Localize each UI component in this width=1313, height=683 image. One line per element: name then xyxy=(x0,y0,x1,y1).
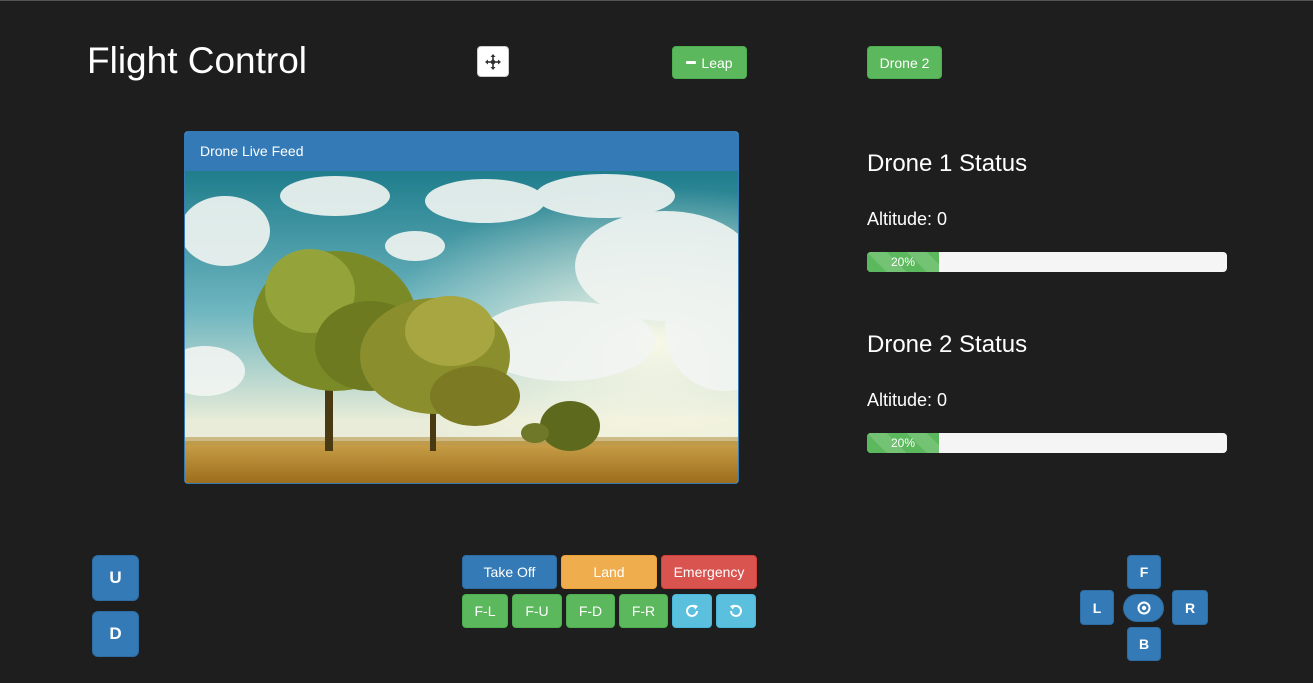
back-button[interactable]: B xyxy=(1127,627,1161,661)
up-button[interactable]: U xyxy=(92,555,139,601)
drone-2-progress-bar: 20% xyxy=(867,433,939,453)
drone-1-altitude: Altitude: 0 xyxy=(867,209,948,229)
move-button[interactable] xyxy=(477,46,509,77)
land-button[interactable]: Land xyxy=(561,555,657,589)
flip-left-button[interactable]: F-L xyxy=(462,594,508,628)
rotate-cw-button[interactable] xyxy=(672,594,712,628)
live-feed-image xyxy=(185,171,738,483)
drone-1-status-heading: Drone 1 Status xyxy=(867,150,1028,177)
right-button[interactable]: R xyxy=(1172,590,1208,625)
forward-button[interactable]: F xyxy=(1127,555,1161,589)
left-button[interactable]: L xyxy=(1080,590,1114,625)
move-arrows-icon xyxy=(485,53,501,70)
page-title: Flight Control xyxy=(87,40,308,81)
leap-label: Leap xyxy=(701,54,733,71)
panel-heading: Drone Live Feed xyxy=(185,132,738,171)
flip-up-button[interactable]: F-U xyxy=(512,594,562,628)
drone-2-altitude: Altitude: 0 xyxy=(867,390,948,410)
drone-1-progress-bar: 20% xyxy=(867,252,939,272)
rotate-ccw-icon xyxy=(730,604,742,617)
takeoff-button[interactable]: Take Off xyxy=(462,555,557,589)
minus-icon xyxy=(686,61,697,64)
drone-switch-button[interactable]: Drone 2 xyxy=(867,46,942,79)
flip-right-button[interactable]: F-R xyxy=(619,594,668,628)
emergency-button[interactable]: Emergency xyxy=(661,555,757,589)
drone-1-progress: 20% xyxy=(867,252,1227,272)
flip-down-button[interactable]: F-D xyxy=(566,594,615,628)
live-feed-panel: Drone Live Feed xyxy=(184,131,739,484)
down-button[interactable]: D xyxy=(92,611,139,657)
leap-button[interactable]: Leap xyxy=(672,46,747,79)
hover-center-button[interactable] xyxy=(1123,594,1164,622)
rotate-ccw-button[interactable] xyxy=(716,594,756,628)
record-icon xyxy=(1137,601,1150,615)
drone-2-progress: 20% xyxy=(867,433,1227,453)
drone-2-status-heading: Drone 2 Status xyxy=(867,331,1028,358)
rotate-cw-icon xyxy=(686,604,698,617)
